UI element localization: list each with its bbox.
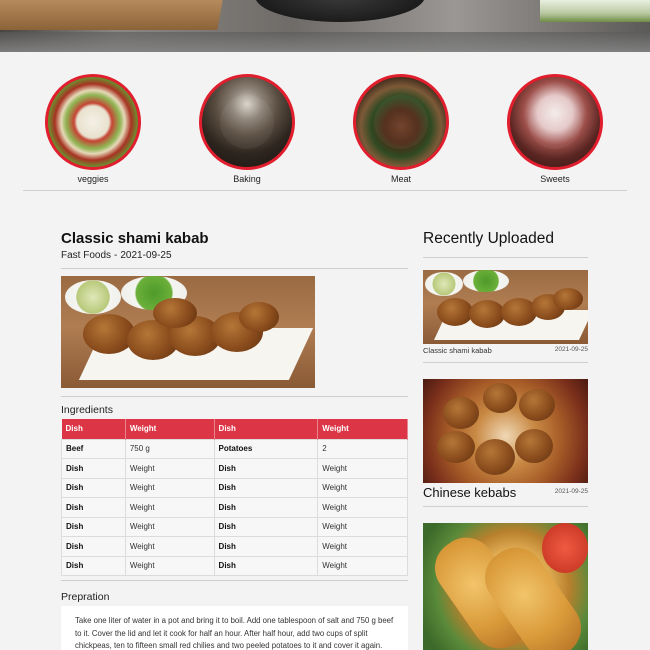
- table-cell: 2: [317, 438, 408, 459]
- preparation-heading: Prepration: [61, 591, 110, 603]
- ingredients-heading: Ingredients: [61, 404, 113, 416]
- table-cell: Dish: [61, 536, 126, 556]
- table-cell: Weight: [317, 477, 408, 498]
- table-cell: Dish: [61, 497, 126, 517]
- table-row: Dish Weight Dish Weight: [61, 497, 408, 517]
- category-image[interactable]: [353, 74, 449, 170]
- table-cell: Weight: [125, 477, 215, 498]
- table-row: Dish Weight Dish Weight: [61, 516, 408, 537]
- category-label[interactable]: Sweets: [507, 174, 603, 184]
- category-veggies[interactable]: veggies: [45, 74, 141, 184]
- table-cell: Dish: [214, 477, 319, 498]
- recent-recipe-date: 2021-09-25: [554, 488, 588, 495]
- category-list: veggies Baking Meat Sweets: [0, 74, 650, 184]
- table-divider: [61, 580, 408, 581]
- category-image[interactable]: [45, 74, 141, 170]
- title-divider: [61, 268, 408, 269]
- table-row: Beef 750 g Potatoes 2: [61, 438, 408, 459]
- image-divider: [61, 396, 408, 397]
- table-cell: Weight: [125, 536, 215, 556]
- table-cell: Dish: [214, 555, 319, 576]
- table-row: Dish Weight Dish Weight: [61, 536, 408, 556]
- recent-recipe-caption: Classic shami kabab 2021-09-25: [423, 346, 588, 355]
- recent-recipe-image[interactable]: [423, 523, 588, 650]
- table-cell: Dish: [61, 516, 126, 537]
- table-cell: Weight: [317, 516, 408, 537]
- recent-recipe-date: 2021-09-25: [554, 346, 588, 353]
- table-cell: Dish: [214, 458, 319, 478]
- table-cell: Weight: [317, 536, 408, 556]
- recent-recipe-title[interactable]: Classic shami kabab: [423, 346, 492, 355]
- sidebar-title-divider: [423, 257, 588, 258]
- column-header: Dish: [214, 419, 319, 439]
- recent-recipe-title[interactable]: Chinese kebabs: [423, 485, 516, 500]
- recent-recipe-caption: Chinese kebabs 2021-09-25: [423, 485, 588, 500]
- table-cell: Potatoes: [214, 438, 319, 459]
- ingredients-table: Dish Weight Dish Weight Beef 750 g Potat…: [61, 419, 408, 576]
- hero-banner-image: [0, 0, 650, 52]
- column-header: Weight: [317, 419, 408, 439]
- category-image[interactable]: [507, 74, 603, 170]
- table-cell: Weight: [125, 555, 215, 576]
- table-row: Dish Weight Dish Weight: [61, 555, 408, 576]
- category-sweets[interactable]: Sweets: [507, 74, 603, 184]
- table-cell: Weight: [317, 458, 408, 478]
- card-divider: [423, 506, 588, 507]
- table-row: Dish Weight Dish Weight: [61, 458, 408, 478]
- recent-recipe-image[interactable]: [423, 270, 588, 344]
- table-cell: Dish: [214, 536, 319, 556]
- recipe-title: Classic shami kabab: [61, 230, 209, 247]
- section-divider: [23, 190, 627, 191]
- table-cell: 750 g: [125, 438, 215, 459]
- recipe-image: [61, 276, 315, 388]
- table-cell: Dish: [214, 516, 319, 537]
- table-header-row: Dish Weight Dish Weight: [61, 419, 408, 439]
- column-header: Dish: [61, 419, 126, 439]
- table-cell: Beef: [61, 438, 126, 459]
- table-cell: Dish: [61, 458, 126, 478]
- category-label[interactable]: veggies: [45, 174, 141, 184]
- recipe-meta: Fast Foods -2021-09-25: [61, 250, 175, 261]
- table-cell: Weight: [125, 458, 215, 478]
- table-cell: Weight: [125, 516, 215, 537]
- table-row: Dish Weight Dish Weight: [61, 477, 408, 498]
- recent-recipe-image[interactable]: [423, 379, 588, 483]
- table-cell: Weight: [317, 555, 408, 576]
- category-meat[interactable]: Meat: [353, 74, 449, 184]
- table-cell: Dish: [61, 555, 126, 576]
- column-header: Weight: [125, 419, 215, 439]
- card-divider: [423, 362, 588, 363]
- meta-separator: -: [114, 250, 118, 261]
- category-image[interactable]: [199, 74, 295, 170]
- table-cell: Weight: [125, 497, 215, 517]
- table-cell: Weight: [317, 497, 408, 517]
- category-label[interactable]: Meat: [353, 174, 449, 184]
- recipe-date: 2021-09-25: [120, 250, 172, 261]
- category-baking[interactable]: Baking: [199, 74, 295, 184]
- sidebar-title: Recently Uploaded: [423, 230, 554, 247]
- table-cell: Dish: [61, 477, 126, 498]
- recipe-category[interactable]: Fast Foods: [61, 250, 111, 261]
- table-cell: Dish: [214, 497, 319, 517]
- preparation-text: Take one liter of water in a pot and bri…: [61, 606, 408, 650]
- category-label[interactable]: Baking: [199, 174, 295, 184]
